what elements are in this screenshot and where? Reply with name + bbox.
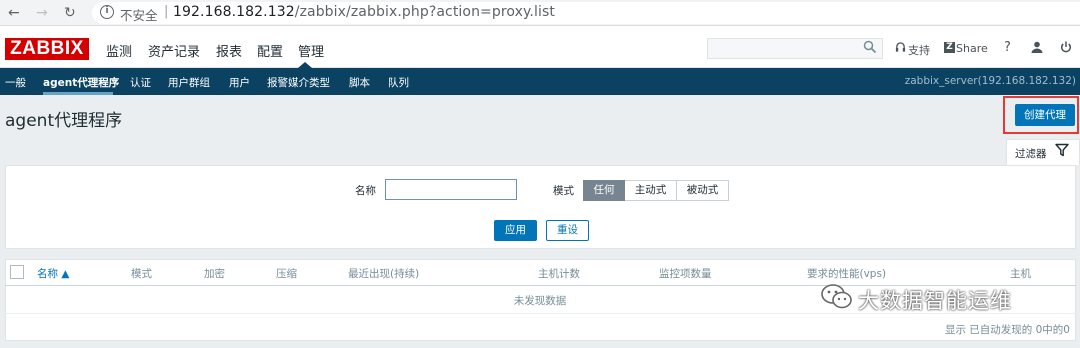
info-icon[interactable]: i bbox=[100, 5, 114, 19]
submenu-queue[interactable]: 队列 bbox=[388, 75, 409, 90]
submenu-scripts[interactable]: 脚本 bbox=[349, 75, 370, 90]
column-required-performance: 要求的性能(vps) bbox=[807, 268, 887, 280]
table-footer: 显示 已自动发现的 0中的0 bbox=[944, 324, 1070, 336]
mode-filter-label: 模式 bbox=[553, 185, 574, 197]
active-submenu-indicator bbox=[43, 92, 113, 95]
filter-panel bbox=[5, 165, 1076, 249]
column-host-count: 主机计数 bbox=[538, 268, 580, 280]
select-all-checkbox[interactable] bbox=[10, 265, 24, 279]
apply-button[interactable]: 应用 bbox=[494, 220, 537, 241]
submenu-proxies[interactable]: agent代理程序 bbox=[43, 75, 119, 90]
url-path: /zabbix/zabbix.php?action=proxy.list bbox=[294, 4, 555, 20]
submenu-users[interactable]: 用户 bbox=[229, 75, 250, 90]
forward-arrow-icon[interactable]: → bbox=[36, 4, 48, 22]
url-text[interactable]: 192.168.182.132/zabbix/zabbix.php?action… bbox=[173, 4, 555, 20]
column-mode: 模式 bbox=[131, 268, 152, 280]
column-item-count: 监控项数量 bbox=[659, 268, 712, 280]
search-icon[interactable] bbox=[863, 40, 877, 54]
share-link[interactable]: Share bbox=[956, 42, 988, 55]
help-icon[interactable]: ? bbox=[1004, 40, 1011, 55]
address-bar[interactable]: i 不安全 | 192.168.182.132/zabbix/zabbix.ph… bbox=[92, 2, 1080, 24]
menu-administration[interactable]: 管理 bbox=[298, 41, 324, 60]
zabbix-share-icon: Z bbox=[944, 42, 955, 53]
page-title: agent代理程序 bbox=[5, 111, 123, 131]
highlight-annotation bbox=[1003, 96, 1079, 134]
security-label: 不安全 bbox=[120, 8, 158, 23]
search-input[interactable] bbox=[707, 38, 883, 59]
name-filter-input[interactable] bbox=[385, 179, 517, 200]
support-link[interactable]: 支持 bbox=[908, 42, 930, 58]
watermark-text: 大数据智能运维 bbox=[858, 289, 1012, 313]
menu-reports[interactable]: 报表 bbox=[216, 41, 242, 60]
submenu-general[interactable]: 一般 bbox=[5, 75, 26, 90]
zabbix-logo[interactable]: ZABBIX bbox=[5, 38, 89, 60]
mode-option-any[interactable]: 任何 bbox=[583, 180, 625, 201]
reset-button[interactable]: 重设 bbox=[546, 220, 589, 241]
mode-option-active[interactable]: 主动式 bbox=[625, 180, 677, 201]
filter-icon[interactable] bbox=[1055, 143, 1069, 157]
submenu-media-types[interactable]: 报警媒介类型 bbox=[267, 75, 330, 90]
menu-configuration[interactable]: 配置 bbox=[257, 41, 283, 60]
user-icon[interactable] bbox=[1031, 41, 1043, 53]
column-compression: 压缩 bbox=[276, 268, 297, 280]
wechat-icon bbox=[821, 284, 852, 309]
menu-inventory[interactable]: 资产记录 bbox=[148, 41, 200, 60]
submenu-authentication[interactable]: 认证 bbox=[130, 75, 151, 90]
menu-monitoring[interactable]: 监测 bbox=[106, 41, 132, 60]
mode-option-passive[interactable]: 被动式 bbox=[677, 180, 729, 201]
column-hosts: 主机 bbox=[1010, 268, 1031, 280]
name-filter-label: 名称 bbox=[355, 185, 376, 197]
column-last-seen: 最近出现(持续) bbox=[348, 268, 420, 280]
column-name[interactable]: 名称 ▲ bbox=[37, 266, 69, 281]
headset-icon bbox=[895, 42, 906, 52]
back-arrow-icon[interactable]: ← bbox=[8, 4, 20, 22]
reload-icon[interactable]: ↻ bbox=[64, 4, 76, 22]
column-encryption: 加密 bbox=[204, 268, 225, 280]
filter-tab-label[interactable]: 过滤器 bbox=[1015, 146, 1047, 161]
server-name: zabbix_server(192.168.182.132) bbox=[904, 75, 1076, 87]
url-host: 192.168.182.132 bbox=[173, 4, 295, 20]
url-separator: | bbox=[164, 4, 169, 19]
submenu-user-groups[interactable]: 用户群组 bbox=[168, 75, 210, 90]
power-icon[interactable] bbox=[1060, 41, 1072, 53]
